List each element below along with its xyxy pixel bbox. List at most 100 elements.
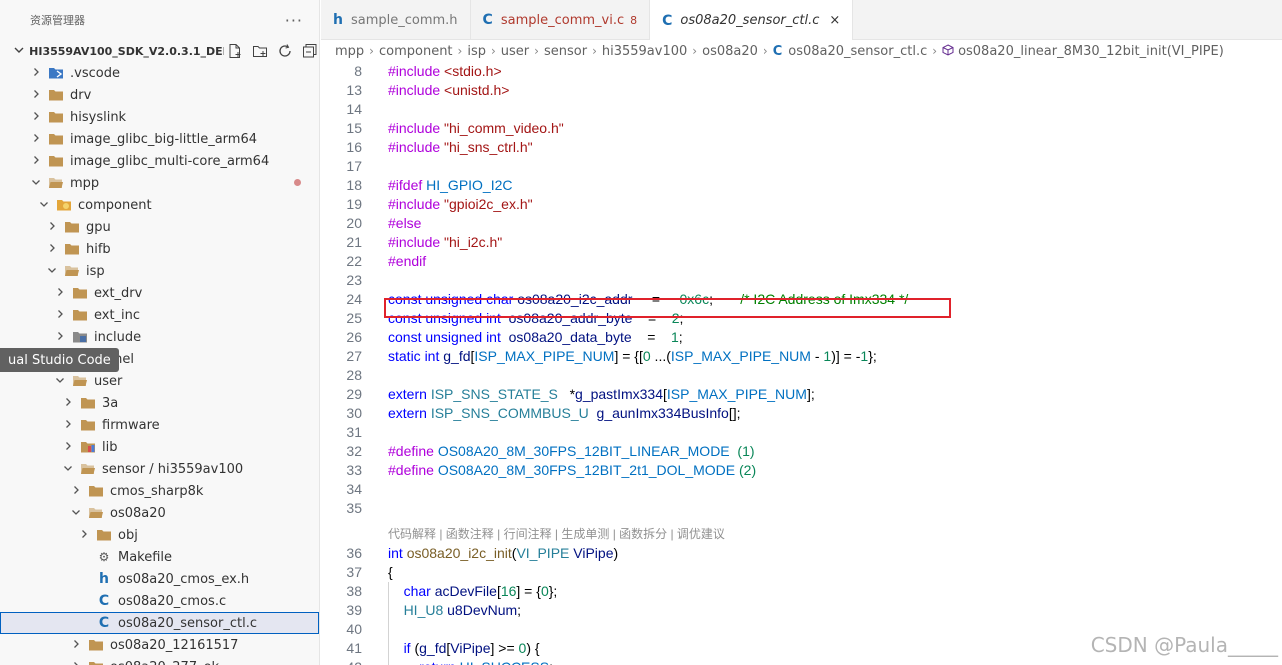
tree-item-os08a20-cmos-c[interactable]: Cos08a20_cmos.c (0, 590, 319, 612)
code-line: 30 extern ISP_SNS_COMMBUS_U g_aunImx334Bu… (321, 404, 1282, 423)
tree-item-isp[interactable]: isp (0, 260, 319, 282)
line-number: 41 (346, 640, 362, 656)
tree-item-ext-drv[interactable]: ext_drv (0, 282, 319, 304)
breadcrumb-item[interactable]: os08a20_linear_8M30_12bit_init(VI_PIPE) (958, 44, 1224, 59)
chevron-right-icon (62, 419, 74, 432)
problems-badge: 8 (630, 13, 638, 27)
tab-sample-comm-vi-c[interactable]: Csample_comm_vi.c 8 (471, 0, 651, 40)
tree-item-os08a20-277-ok[interactable]: os08a20_277_ok (0, 656, 319, 665)
component-folder-icon (56, 198, 72, 212)
tree-item-hifb[interactable]: hifb (0, 238, 319, 260)
code-text: #else (388, 215, 422, 231)
breadcrumb-item[interactable]: hi3559av100 (602, 44, 687, 59)
line-number: 42 (321, 658, 362, 665)
tree-item-sensor-hi3559av100[interactable]: sensor / hi3559av100 (0, 458, 319, 480)
refresh-icon[interactable] (276, 42, 294, 60)
line-number: 33 (346, 462, 362, 478)
code-line: 37 { (321, 563, 1282, 582)
code-line: 38 char acDevFile[16] = {0}; (321, 582, 1282, 601)
folder-open-icon (80, 462, 96, 476)
code-text: const unsigned int os08a20_addr_byte = 2… (388, 310, 684, 326)
tree-item-user[interactable]: user (0, 370, 319, 392)
line-number: 16 (346, 139, 362, 155)
collapse-all-icon[interactable] (301, 42, 319, 60)
chevron-right-icon: › (692, 44, 698, 58)
code-line: 39 HI_U8 u8DevNum; (321, 601, 1282, 620)
line-number: 39 (346, 602, 362, 618)
tree-item-firmware[interactable]: firmware (0, 414, 319, 436)
tab-sample-comm-h[interactable]: h sample_comm.h (321, 0, 471, 40)
code-line: 23 (321, 271, 1282, 290)
h-file-icon: h (333, 12, 343, 28)
chevron-right-icon (70, 639, 82, 652)
chevron-down-icon (70, 507, 82, 520)
folder-icon (48, 88, 64, 102)
tree-item-makefile[interactable]: ⚙ Makefile (0, 546, 319, 568)
code-text: extern ISP_SNS_STATE_S *g_pastImx334[ISP… (388, 386, 815, 402)
tree-item-label: obj (118, 527, 138, 543)
tree-item-label: os08a20_sensor_ctl.c (118, 615, 257, 631)
code-line: 19 #include "gpioi2c_ex.h" (321, 195, 1282, 214)
lib-folder-icon (80, 440, 96, 454)
tree-item-os08a20-12161517[interactable]: os08a20_12161517 (0, 634, 319, 656)
tree-item-label: hifb (86, 241, 111, 257)
code-line: 32 #define OS08A20_8M_30FPS_12BIT_LINEAR_… (321, 442, 1282, 461)
tree-item-gpu[interactable]: gpu (0, 216, 319, 238)
new-folder-icon[interactable] (251, 42, 269, 60)
code-lens-actions[interactable]: 代码解释 | 函数注释 | 行间注释 | 生成单测 | 函数拆分 | 调优建议 (388, 525, 725, 544)
tree-item-image-glibc-multi-core-arm64[interactable]: image_glibc_multi-core_arm64 (0, 150, 319, 172)
code-text: #include <unistd.h> (388, 82, 510, 98)
close-icon[interactable]: × (829, 13, 840, 28)
tree-item-hisyslink[interactable]: hisyslink (0, 106, 319, 128)
folder-icon (96, 528, 112, 542)
tooltip: ual Studio Code (0, 348, 119, 372)
code-text: #define OS08A20_8M_30FPS_12BIT_LINEAR_MO… (388, 443, 755, 459)
code-text: char acDevFile[16] = {0}; (403, 583, 558, 599)
code-text: const unsigned int os08a20_data_byte = 1… (388, 329, 683, 345)
breadcrumb-item[interactable]: mpp (335, 44, 364, 59)
code-line: 17 (321, 157, 1282, 176)
more-actions-icon[interactable]: ··· (285, 11, 303, 30)
line-number: 32 (346, 443, 362, 459)
tab-os08a20-sensor-ctl-c[interactable]: Cos08a20_sensor_ctl.c × (650, 0, 854, 41)
new-file-icon[interactable] (226, 42, 244, 60)
code-lens[interactable]: 代码解释 | 函数注释 | 行间注释 | 生成单测 | 函数拆分 | 调优建议 (321, 525, 1282, 544)
project-root[interactable]: HI3559AV100_SDK_V2.0.3.1_DEM... (0, 40, 319, 62)
breadcrumb-item[interactable]: isp (467, 44, 486, 59)
breadcrumb: mpp › component › isp › user › sensor › hi3559av10… (321, 40, 1282, 62)
folder-icon (48, 154, 64, 168)
breadcrumb-item[interactable]: os08a20_sensor_ctl.c (788, 44, 927, 59)
tree-item-image-glibc-big-little-arm64[interactable]: image_glibc_big-little_arm64 (0, 128, 319, 150)
explorer-title: 资源管理器 (30, 14, 85, 27)
tree-item-3a[interactable]: 3a (0, 392, 319, 414)
breadcrumb-item[interactable]: user (501, 44, 529, 59)
tree-item-cmos-sharp8k[interactable]: cmos_sharp8k (0, 480, 319, 502)
code-text: if (g_fd[ViPipe] >= 0) { (403, 640, 540, 656)
line-number: 20 (346, 215, 362, 231)
breadcrumb-item[interactable]: os08a20 (702, 44, 758, 59)
tree-item-mpp[interactable]: mpp (0, 172, 319, 194)
tree-item-drv[interactable]: drv (0, 84, 319, 106)
tree-item-label: image_glibc_big-little_arm64 (70, 131, 257, 147)
tree-item-os08a20-sensor-ctl-c[interactable]: Cos08a20_sensor_ctl.c (0, 612, 319, 634)
tree-item-os08a20-cmos-ex-h[interactable]: h os08a20_cmos_ex.h (0, 568, 319, 590)
tree-item-label: isp (86, 263, 105, 279)
tree-item-ext-inc[interactable]: ext_inc (0, 304, 319, 326)
tree-item-include[interactable]: include (0, 326, 319, 348)
breadcrumb-item[interactable]: sensor (544, 44, 587, 59)
tree-item-lib[interactable]: lib (0, 436, 319, 458)
folder-icon (80, 418, 96, 432)
tree-item-label: include (94, 329, 142, 345)
tree-item-component[interactable]: component (0, 194, 319, 216)
chevron-right-icon (30, 89, 42, 102)
code-editor[interactable]: 8 #include <stdio.h> 13 #include <unistd.h>… (321, 62, 1282, 665)
tree-item-vscode[interactable]: .vscode (0, 62, 319, 84)
tab-label: os08a20_sensor_ctl.c (680, 13, 820, 28)
tree-item-obj[interactable]: obj (0, 524, 319, 546)
chevron-right-icon (46, 221, 58, 234)
code-line: 22 #endif (321, 252, 1282, 271)
tree-item-os08a20[interactable]: os08a20 (0, 502, 319, 524)
breadcrumb-item[interactable]: component (379, 44, 453, 59)
folder-icon (72, 308, 88, 322)
code-line: 15 #include "hi_comm_video.h" (321, 119, 1282, 138)
